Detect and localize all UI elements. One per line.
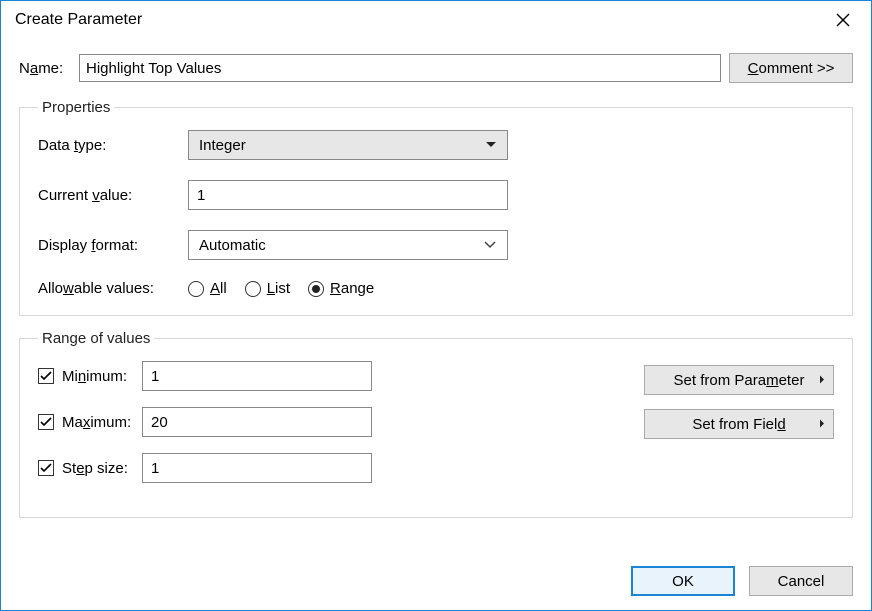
data-type-dropdown[interactable]: Integer [188, 130, 508, 160]
step-size-checkbox[interactable] [38, 460, 54, 476]
display-format-dropdown[interactable]: Automatic [188, 230, 508, 260]
maximum-label: Maximum: [62, 414, 131, 431]
allowable-list-radio[interactable]: List [245, 280, 290, 297]
allowable-all-radio[interactable]: All [188, 280, 227, 297]
ok-button[interactable]: OK [631, 566, 735, 596]
radio-icon [245, 281, 261, 297]
step-size-label: Step size: [62, 460, 128, 477]
data-type-value: Integer [199, 137, 246, 154]
maximum-checkbox[interactable] [38, 414, 54, 430]
current-value-label: Current value: [38, 187, 188, 204]
properties-group: Properties Data type: Integer Current va… [19, 99, 853, 316]
minimum-label: Minimum: [62, 368, 127, 385]
range-group: Range of values Minimum: Maximum: St [19, 330, 853, 518]
allowable-values-label: Allowable values: [38, 280, 188, 297]
name-row: Name: Comment >> [19, 53, 853, 83]
titlebar: Create Parameter [1, 1, 871, 39]
window-title: Create Parameter [15, 11, 823, 29]
name-label: Name: [19, 60, 71, 77]
display-format-label: Display format: [38, 237, 188, 254]
minimum-input[interactable] [142, 361, 372, 391]
dialog-footer: OK Cancel [1, 560, 871, 610]
display-format-value: Automatic [199, 237, 266, 254]
radio-icon [188, 281, 204, 297]
chevron-right-icon [819, 372, 825, 389]
close-icon[interactable] [823, 5, 863, 35]
allowable-range-radio[interactable]: Range [308, 280, 374, 297]
maximum-input[interactable] [142, 407, 372, 437]
radio-icon [308, 281, 324, 297]
chevron-down-icon [485, 141, 497, 149]
range-legend: Range of values [38, 330, 154, 347]
cancel-button[interactable]: Cancel [749, 566, 853, 596]
set-from-field-button[interactable]: Set from Field [644, 409, 834, 439]
comment-button[interactable]: Comment >> [729, 53, 853, 83]
name-input[interactable] [79, 54, 721, 82]
properties-legend: Properties [38, 99, 114, 116]
step-size-input[interactable] [142, 453, 372, 483]
set-from-parameter-button[interactable]: Set from Parameter [644, 365, 834, 395]
minimum-checkbox[interactable] [38, 368, 54, 384]
chevron-down-icon [483, 240, 497, 250]
create-parameter-dialog: Create Parameter Name: Comment >> Proper… [0, 0, 872, 611]
data-type-label: Data type: [38, 137, 188, 154]
current-value-input[interactable] [188, 180, 508, 210]
chevron-right-icon [819, 416, 825, 433]
